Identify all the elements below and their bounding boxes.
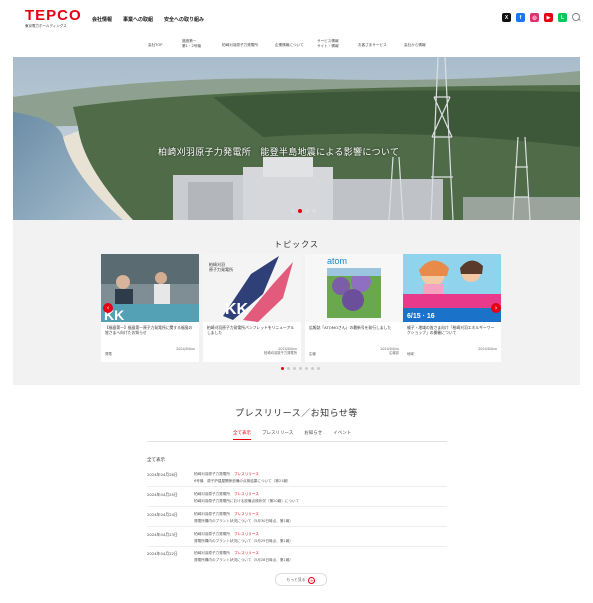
press-tags: 柏崎刈羽原子力発電所 プレスリリース (194, 492, 259, 496)
subnav-item-4[interactable]: サービス情報 サイト・情報 (317, 39, 339, 48)
topic-category: 発電 (105, 352, 112, 356)
subnav-item-1[interactable]: 福島第一 第1・2号機 (182, 39, 201, 48)
social-links: X f ◎ ▶ L (502, 13, 581, 22)
row-divider (147, 506, 447, 507)
more-button[interactable]: もっと見る + (275, 573, 327, 586)
topic-thumbnail: KK (101, 254, 199, 322)
press-text[interactable]: 発電所構内のプラント状況について（5月30日時点、第1報） (194, 519, 293, 524)
tab-all[interactable]: 全て表示 (233, 430, 251, 440)
press-text[interactable]: 柏崎刈羽原子力発電所における設備点検状況（第20報）について (194, 499, 299, 504)
sub-nav: 会社TOP 福島第一 第1・2号機 柏崎刈羽原子力発電所 企業情報について サービ… (140, 39, 440, 55)
topic-date: 2024/04/xx 柏崎刈羽原子力発電所 (264, 347, 297, 356)
tab-event[interactable]: イベント (333, 430, 351, 440)
topic-thumbnail: 6/15 · 16 (403, 254, 501, 322)
row-divider (147, 486, 447, 487)
subnav-item-2[interactable]: 柏崎刈羽原子力発電所 (222, 43, 258, 48)
press-text[interactable]: 6号機 原子炉建屋関係設備の点検結果について（第21報） (194, 479, 291, 484)
tab-notice[interactable]: お知らせ (304, 430, 322, 440)
hero-dot-active[interactable] (298, 209, 302, 213)
press-date: 2024年04月23日 (147, 532, 178, 537)
page: TEPCO 東京電力ホールディングス 会社情報 事業への取組 安全への取り組み … (0, 0, 593, 603)
topic-category: 地域 (407, 352, 414, 356)
topic-dot[interactable] (305, 367, 308, 370)
topic-dot[interactable] (317, 367, 320, 370)
topic-dot[interactable] (311, 367, 314, 370)
svg-text:6/15 · 16: 6/15 · 16 (407, 313, 435, 320)
topic-date: 2024/04/xx 広報誌 (380, 347, 399, 356)
tabs-divider (147, 441, 447, 442)
topic-dot[interactable] (293, 367, 296, 370)
topic-card[interactable]: atom 広報誌「ATOMOさん」の最新号を発行しました 広報 2024/04/… (305, 254, 403, 362)
row-divider (147, 546, 447, 547)
topic-text: 柏崎刈羽原子力発電所パンフレットをリニューアルしました (207, 325, 295, 335)
youtube-icon[interactable]: ▶ (544, 13, 553, 22)
topic-card[interactable]: 6/15 · 16 親子・地域の皆さま向け「柏崎刈羽エネルギーワークショップ」の… (403, 254, 501, 362)
press-text[interactable]: 発電所構内のプラント状況について（5月28日時点、第1報） (194, 558, 293, 563)
press-tags: 柏崎刈羽原子力発電所 プレスリリース (194, 532, 259, 536)
svg-text:KK: KK (225, 301, 249, 318)
subnav-item-5[interactable]: お客さまサービス (358, 43, 387, 48)
topic-card[interactable]: 柏崎刈羽 原子力発電所 KK 柏崎刈羽原子力発電所パンフレットをリニューアルしま… (203, 254, 301, 362)
press-title: プレスリリース／お知らせ等 (235, 409, 358, 419)
nav-business[interactable]: 事業への取組 (123, 16, 153, 23)
topic-thumbnail: atom (305, 254, 403, 322)
topic-date: 2024/04/xx (478, 347, 497, 351)
subnav-item-3[interactable]: 企業情報について (275, 43, 304, 48)
main-nav: 会社情報 事業への取組 安全への取り組み (92, 16, 204, 23)
facebook-icon[interactable]: f (516, 13, 525, 22)
hero-dot[interactable] (291, 209, 295, 213)
search-icon[interactable] (572, 13, 581, 22)
topic-dot[interactable] (299, 367, 302, 370)
press-date: 2024年04月25日 (147, 492, 178, 497)
topic-card[interactable]: KK 【福島第一】福島第一原子力発電所に関する福島の皆さまへ向けたお知らせ 発電… (101, 254, 199, 362)
logo-subtitle: 東京電力ホールディングス (25, 24, 67, 28)
list-heading: 全て表示 (147, 458, 165, 463)
topic-dot-active[interactable] (281, 367, 284, 370)
instagram-icon[interactable]: ◎ (530, 13, 539, 22)
topic-category: 広報 (309, 352, 316, 356)
press-tabs: 全て表示 プレスリリース お知らせ イベント (233, 430, 351, 440)
next-arrow-icon[interactable]: › (491, 303, 501, 313)
press-date: 2024年04月26日 (147, 472, 178, 477)
topics-title: トピックス (274, 240, 319, 249)
site-header: TEPCO 東京電力ホールディングス 会社情報 事業への取組 安全への取り組み … (0, 0, 593, 35)
nav-safety[interactable]: 安全への取り組み (164, 16, 204, 23)
hero-image (13, 57, 580, 220)
hero-caption[interactable]: 柏崎刈羽原子力発電所 能登半島地震による影響について (158, 145, 399, 158)
press-tags: 柏崎刈羽原子力発電所 プレスリリース (194, 551, 259, 555)
svg-text:原子力発電所: 原子力発電所 (209, 266, 233, 272)
tepco-logo[interactable]: TEPCO 東京電力ホールディングス (25, 8, 82, 29)
topic-text: 広報誌「ATOMOさん」の最新号を発行しました (309, 325, 392, 330)
topic-text: 親子・地域の皆さま向け「柏崎刈羽エネルギーワークショップ」の開催について (407, 325, 495, 335)
subnav-item-0[interactable]: 会社TOP (148, 43, 162, 48)
tab-press-release[interactable]: プレスリリース (262, 430, 293, 440)
hero-pagination (291, 209, 316, 213)
plus-icon: + (308, 576, 316, 584)
topic-text: 【福島第一】福島第一原子力発電所に関する福島の皆さまへ向けたお知らせ (105, 325, 193, 335)
svg-text:atom: atom (327, 256, 347, 266)
press-text[interactable]: 発電所構内のプラント状況について（5月29日時点、第1報） (194, 539, 293, 544)
prev-arrow-icon[interactable]: ‹ (103, 303, 113, 313)
press-date: 2024年04月22日 (147, 551, 178, 556)
x-icon[interactable]: X (502, 13, 511, 22)
topics-pagination (281, 367, 320, 370)
nav-company[interactable]: 会社情報 (92, 16, 112, 23)
topic-dot[interactable] (287, 367, 290, 370)
logo-text: TEPCO (25, 7, 82, 24)
topic-thumbnail: 柏崎刈羽 原子力発電所 KK (203, 254, 301, 322)
subnav-item-6[interactable]: 会社から情報 (404, 43, 426, 48)
press-tags: 柏崎刈羽原子力発電所 プレスリリース (194, 472, 259, 476)
hero-dot[interactable] (305, 209, 309, 213)
hero-banner[interactable]: 柏崎刈羽原子力発電所 能登半島地震による影響について (13, 57, 580, 220)
line-icon[interactable]: L (558, 13, 567, 22)
topic-date: 2024/04/xx (176, 347, 195, 351)
press-date: 2024年04月24日 (147, 512, 178, 517)
row-divider (147, 526, 447, 527)
hero-dot[interactable] (312, 209, 316, 213)
press-tags: 柏崎刈羽原子力発電所 プレスリリース (194, 512, 259, 516)
